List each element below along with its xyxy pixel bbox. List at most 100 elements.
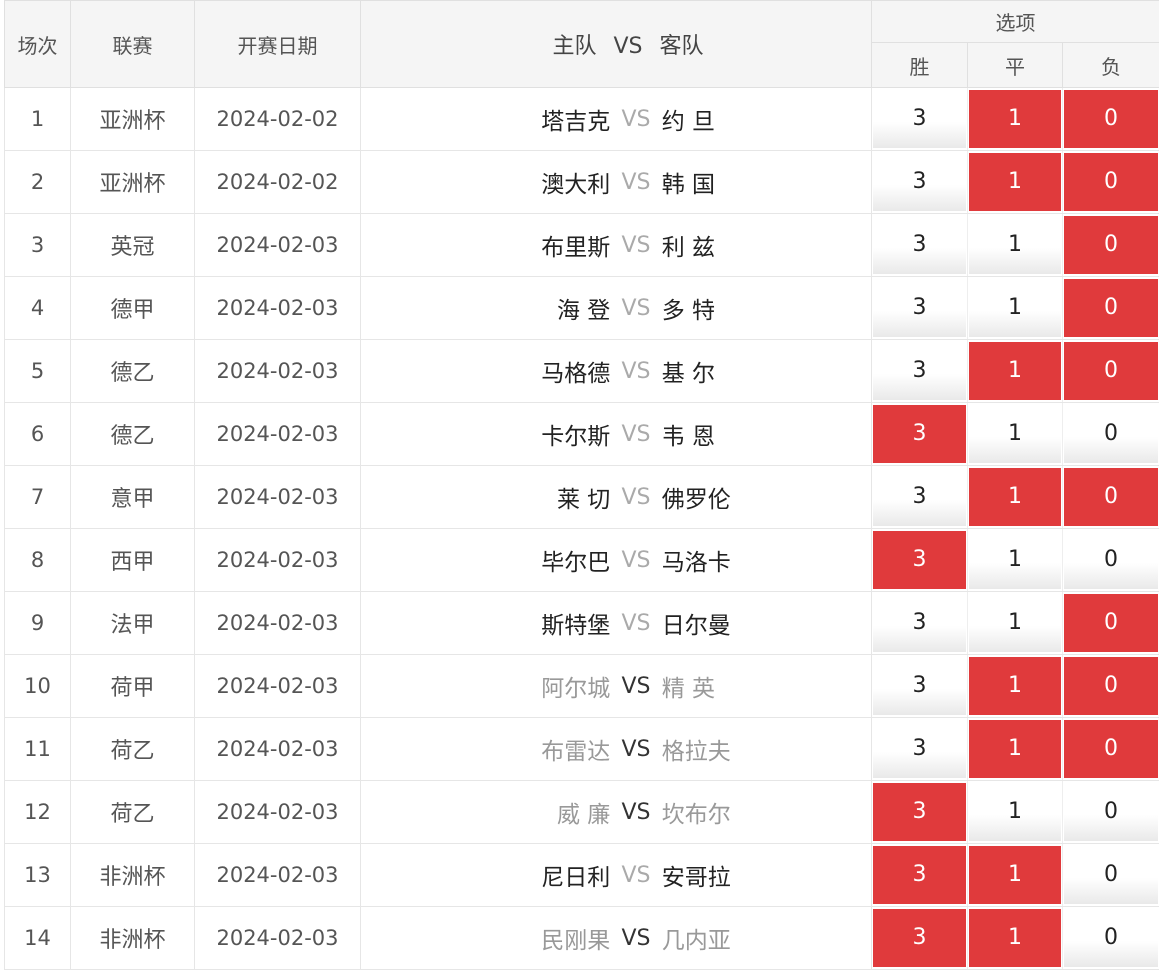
home-team: 布雷达 <box>401 732 610 766</box>
home-team: 布里斯 <box>401 228 610 262</box>
option-win-button[interactable]: 3 <box>873 594 966 652</box>
option-lose-button[interactable]: 0 <box>1064 594 1158 652</box>
option-win-cell: 3 <box>872 214 968 277</box>
match-number: 6 <box>5 403 71 466</box>
match-date: 2024-02-03 <box>195 592 361 655</box>
header-match-no: 场次 <box>5 1 71 88</box>
option-win-cell: 3 <box>872 466 968 529</box>
option-lose-button[interactable]: 0 <box>1064 153 1158 211</box>
option-win-cell: 3 <box>872 907 968 970</box>
option-win-button[interactable]: 3 <box>873 468 966 526</box>
option-draw-cell: 1 <box>968 403 1063 466</box>
option-draw-button[interactable]: 1 <box>969 216 1061 274</box>
option-lose-cell: 0 <box>1063 907 1159 970</box>
header-date: 开赛日期 <box>195 1 361 88</box>
option-lose-button[interactable]: 0 <box>1064 342 1158 400</box>
match-date: 2024-02-03 <box>195 907 361 970</box>
match-date: 2024-02-03 <box>195 718 361 781</box>
option-draw-button[interactable]: 1 <box>969 909 1061 967</box>
option-draw-cell: 1 <box>968 214 1063 277</box>
option-lose-cell: 0 <box>1063 529 1159 592</box>
match-teams: 卡尔斯VS韦 恩 <box>361 403 872 466</box>
option-win-cell: 3 <box>872 781 968 844</box>
away-team: 坎布尔 <box>662 795 871 829</box>
option-win-button[interactable]: 3 <box>873 846 966 904</box>
option-win-button[interactable]: 3 <box>873 216 966 274</box>
option-draw-button[interactable]: 1 <box>969 153 1061 211</box>
match-teams: 斯特堡VS日尔曼 <box>361 592 872 655</box>
table-row: 1亚洲杯2024-02-02塔吉克VS约 旦310 <box>5 88 1159 151</box>
league-name: 非洲杯 <box>71 844 195 907</box>
option-win-button[interactable]: 3 <box>873 909 966 967</box>
option-win-button[interactable]: 3 <box>873 342 966 400</box>
option-draw-cell: 1 <box>968 88 1063 151</box>
option-draw-button[interactable]: 1 <box>969 90 1061 148</box>
option-lose-button[interactable]: 0 <box>1064 846 1158 904</box>
match-number: 5 <box>5 340 71 403</box>
option-lose-button[interactable]: 0 <box>1064 720 1158 778</box>
option-draw-button[interactable]: 1 <box>969 846 1061 904</box>
option-draw-button[interactable]: 1 <box>969 594 1061 652</box>
option-win-button[interactable]: 3 <box>873 90 966 148</box>
league-name: 荷甲 <box>71 655 195 718</box>
home-team: 斯特堡 <box>401 606 610 640</box>
option-lose-button[interactable]: 0 <box>1064 909 1158 967</box>
option-draw-cell: 1 <box>968 151 1063 214</box>
option-lose-button[interactable]: 0 <box>1064 783 1158 841</box>
option-win-button[interactable]: 3 <box>873 783 966 841</box>
option-draw-button[interactable]: 1 <box>969 468 1061 526</box>
option-draw-button[interactable]: 1 <box>969 342 1061 400</box>
table-row: 4德甲2024-02-03海 登VS多 特310 <box>5 277 1159 340</box>
option-lose-cell: 0 <box>1063 781 1159 844</box>
header-home: 主队 <box>552 34 596 59</box>
option-win-button[interactable]: 3 <box>873 405 966 463</box>
match-teams: 澳大利VS韩 国 <box>361 151 872 214</box>
option-win-button[interactable]: 3 <box>873 153 966 211</box>
header-match: 主队 VS 客队 <box>361 1 872 88</box>
option-lose-button[interactable]: 0 <box>1064 90 1158 148</box>
match-date: 2024-02-03 <box>195 277 361 340</box>
option-draw-button[interactable]: 1 <box>969 783 1061 841</box>
option-draw-button[interactable]: 1 <box>969 720 1061 778</box>
option-lose-button[interactable]: 0 <box>1064 468 1158 526</box>
home-team: 毕尔巴 <box>401 543 610 577</box>
away-team: 佛罗伦 <box>662 480 871 514</box>
option-draw-button[interactable]: 1 <box>969 405 1061 463</box>
option-lose-button[interactable]: 0 <box>1064 405 1158 463</box>
option-win-button[interactable]: 3 <box>873 720 966 778</box>
option-lose-button[interactable]: 0 <box>1064 279 1158 337</box>
vs-label: VS <box>610 359 661 384</box>
option-win-cell: 3 <box>872 592 968 655</box>
match-date: 2024-02-03 <box>195 403 361 466</box>
header-vs: VS <box>613 34 642 59</box>
option-win-button[interactable]: 3 <box>873 279 966 337</box>
away-team: 几内亚 <box>662 921 871 955</box>
match-teams: 布雷达VS格拉夫 <box>361 718 872 781</box>
header-league: 联赛 <box>71 1 195 88</box>
match-date: 2024-02-03 <box>195 529 361 592</box>
match-date: 2024-02-03 <box>195 340 361 403</box>
option-lose-button[interactable]: 0 <box>1064 657 1158 715</box>
table-header: 场次 联赛 开赛日期 主队 VS 客队 选项 胜 平 负 <box>5 1 1159 88</box>
away-team: 约 旦 <box>662 102 871 136</box>
option-lose-button[interactable]: 0 <box>1064 216 1158 274</box>
option-win-cell: 3 <box>872 718 968 781</box>
option-draw-cell: 1 <box>968 718 1063 781</box>
option-win-button[interactable]: 3 <box>873 657 966 715</box>
vs-label: VS <box>610 548 661 573</box>
vs-label: VS <box>610 422 661 447</box>
option-draw-button[interactable]: 1 <box>969 657 1061 715</box>
league-name: 荷乙 <box>71 781 195 844</box>
home-team: 尼日利 <box>401 858 610 892</box>
match-date: 2024-02-03 <box>195 844 361 907</box>
match-teams: 马格德VS基 尔 <box>361 340 872 403</box>
option-draw-cell: 1 <box>968 340 1063 403</box>
option-draw-button[interactable]: 1 <box>969 279 1061 337</box>
option-lose-button[interactable]: 0 <box>1064 531 1158 589</box>
option-draw-cell: 1 <box>968 844 1063 907</box>
option-win-button[interactable]: 3 <box>873 531 966 589</box>
league-name: 西甲 <box>71 529 195 592</box>
option-draw-button[interactable]: 1 <box>969 531 1061 589</box>
option-draw-cell: 1 <box>968 781 1063 844</box>
table-row: 3英冠2024-02-03布里斯VS利 兹310 <box>5 214 1159 277</box>
